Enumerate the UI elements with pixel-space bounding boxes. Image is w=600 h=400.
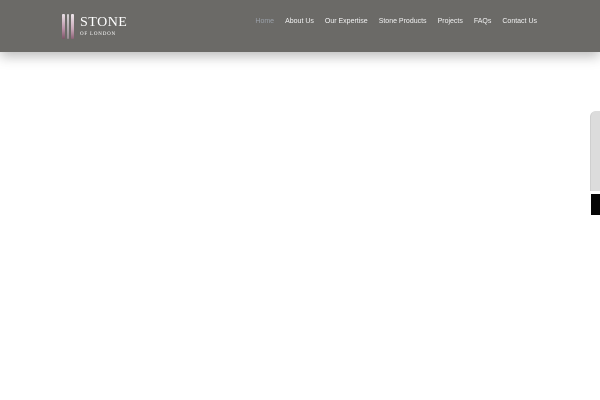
logo-text: STONE OF LONDON [80, 14, 128, 37]
nav-home[interactable]: Home [255, 18, 274, 25]
nav-about-us[interactable]: About Us [285, 18, 314, 25]
side-panel-tab[interactable] [590, 111, 600, 191]
nav-faqs[interactable]: FAQs [474, 18, 492, 25]
logo-subtitle: OF LONDON [80, 31, 116, 37]
side-panel-toggle[interactable] [591, 194, 600, 215]
logo-word: STONE [80, 14, 128, 30]
site-header: STONE OF LONDON Home About Us Our Expert… [0, 0, 600, 52]
main-nav: Home About Us Our Expertise Stone Produc… [255, 18, 537, 25]
nav-projects[interactable]: Projects [438, 18, 463, 25]
site-logo[interactable]: STONE OF LONDON [62, 13, 127, 39]
logo-mark-icon [62, 13, 74, 39]
nav-contact-us[interactable]: Contact Us [502, 18, 537, 25]
nav-stone-products[interactable]: Stone Products [379, 18, 427, 25]
nav-our-expertise[interactable]: Our Expertise [325, 18, 368, 25]
